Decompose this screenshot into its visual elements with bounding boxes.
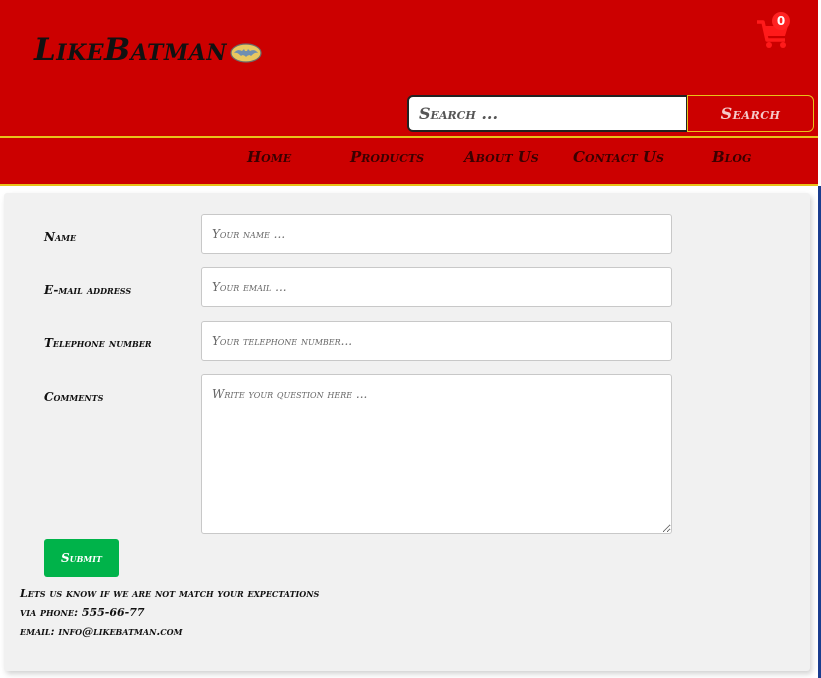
nav-item-products[interactable]: Products: [350, 148, 424, 170]
nav-item-home[interactable]: Home: [247, 148, 291, 170]
submit-button[interactable]: Submit: [44, 539, 119, 577]
site-logo[interactable]: LikeBatman: [34, 32, 227, 68]
header-divider: [0, 136, 818, 138]
name-field[interactable]: [201, 214, 672, 254]
comments-label: Comments: [44, 390, 104, 404]
nav-item-about-us[interactable]: About Us: [464, 148, 539, 170]
phone-field[interactable]: [201, 321, 672, 361]
nav-bottom-divider: [0, 184, 818, 186]
email-label: E-mail address: [44, 283, 132, 297]
footer-message: Lets us know if we are not match your ex…: [20, 587, 320, 600]
search-input[interactable]: [407, 95, 688, 132]
nav-item-contact-us[interactable]: Contact Us: [573, 148, 664, 170]
cart-count-badge: 0: [772, 12, 790, 30]
phone-label: Telephone number: [44, 336, 152, 350]
search-button[interactable]: Search: [687, 95, 814, 132]
nav-item-blog[interactable]: Blog: [712, 148, 751, 170]
email-field[interactable]: [201, 267, 672, 307]
bat-logo-icon: [230, 43, 262, 63]
footer-email: email: info@likebatman.com: [20, 625, 183, 638]
comments-field[interactable]: [201, 374, 672, 534]
footer-phone: via phone: 555-66-77: [20, 606, 145, 619]
name-label: Name: [44, 230, 77, 244]
